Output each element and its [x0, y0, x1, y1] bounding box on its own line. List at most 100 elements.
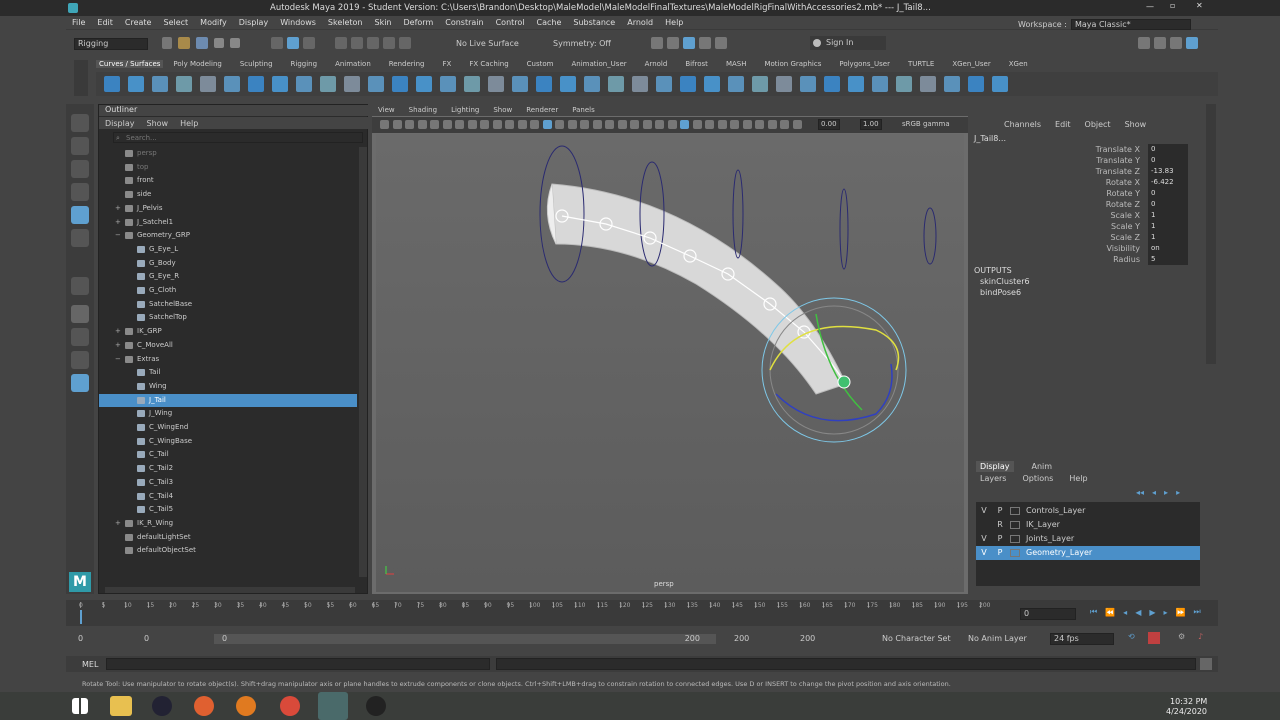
- shelf-tab[interactable]: Animation: [335, 60, 371, 68]
- play-forward-icon[interactable]: ▶: [1149, 608, 1155, 617]
- menu-deform[interactable]: Deform: [404, 18, 434, 27]
- outliner-layout-icon[interactable]: [71, 374, 89, 392]
- sound-icon[interactable]: ♪: [1198, 632, 1203, 641]
- outliner-menu-show[interactable]: Show: [147, 119, 169, 128]
- shelf-tool-icon[interactable]: [776, 76, 792, 92]
- layer-color-swatch[interactable]: [1010, 521, 1020, 529]
- chrome-icon[interactable]: [280, 696, 300, 716]
- channel-row[interactable]: Rotate Z 0: [972, 199, 1206, 210]
- viewport-tool-icon[interactable]: [405, 120, 414, 129]
- inner-end-frame[interactable]: 200: [734, 634, 749, 643]
- outliner-item[interactable]: C_WingEnd: [99, 421, 357, 434]
- viewport-tool-icon[interactable]: [680, 120, 689, 129]
- move-layer-up-icon[interactable]: ◂◂: [1136, 488, 1144, 497]
- viewport-tool-icon[interactable]: [742, 120, 752, 129]
- select-tool-icon[interactable]: [71, 114, 89, 132]
- menu-windows[interactable]: Windows: [280, 18, 316, 27]
- layer-visibility-toggle[interactable]: V: [976, 532, 992, 546]
- shelf-tab[interactable]: Motion Graphics: [764, 60, 821, 68]
- shelf-tool-icon[interactable]: [368, 76, 384, 92]
- anim-prefs-icon[interactable]: ⚙: [1178, 632, 1185, 641]
- outliner-item[interactable]: J_Wing: [99, 407, 357, 420]
- ipr-render-icon[interactable]: [667, 37, 679, 49]
- range-slider[interactable]: 0 200: [214, 634, 716, 644]
- shelf-tab[interactable]: FX: [443, 60, 452, 68]
- modeling-toolkit-toggle-icon[interactable]: [1138, 37, 1150, 49]
- viewport-menu-renderer[interactable]: Renderer: [526, 106, 558, 114]
- shelf-tool-icon[interactable]: [536, 76, 552, 92]
- maximize-button[interactable]: ▫: [1170, 1, 1175, 10]
- layer-row[interactable]: R IK_Layer: [976, 518, 1200, 532]
- sign-in-button[interactable]: Sign In: [810, 36, 886, 50]
- select-object-icon[interactable]: [287, 37, 299, 49]
- outliner-menu-display[interactable]: Display: [105, 119, 135, 128]
- layer-color-swatch[interactable]: [1010, 507, 1020, 515]
- channel-value[interactable]: on: [1148, 243, 1188, 254]
- shelf-tool-icon[interactable]: [968, 76, 984, 92]
- shelf-tool-icon[interactable]: [680, 76, 696, 92]
- viewport-tool-icon[interactable]: [642, 120, 652, 129]
- shelf-tool-icon[interactable]: [872, 76, 888, 92]
- viewport-tool-icon[interactable]: [667, 120, 677, 129]
- maya-taskbar-icon[interactable]: [318, 692, 348, 720]
- outliner-menu-help[interactable]: Help: [180, 119, 198, 128]
- shelf-tool-icon[interactable]: [392, 76, 408, 92]
- outliner-hscroll[interactable]: [105, 587, 355, 593]
- layer-playback-toggle[interactable]: P: [992, 546, 1008, 560]
- menu-help[interactable]: Help: [665, 18, 683, 27]
- minimize-button[interactable]: —: [1146, 2, 1154, 11]
- undo-icon[interactable]: [214, 38, 224, 48]
- outliner-item[interactable]: defaultObjectSet: [99, 544, 357, 557]
- shelf-tool-icon[interactable]: [176, 76, 192, 92]
- outliner-item[interactable]: SatchelTop: [99, 311, 357, 324]
- mel-label[interactable]: MEL: [82, 660, 98, 669]
- end-frame[interactable]: 200: [800, 634, 815, 643]
- outliner-search[interactable]: ⌕ Search...: [113, 132, 363, 143]
- outliner-item[interactable]: SatchelBase: [99, 298, 357, 311]
- layer-playback-toggle[interactable]: P: [992, 532, 1008, 546]
- shelf-tool-icon[interactable]: [704, 76, 720, 92]
- shelf-tool-icon[interactable]: [440, 76, 456, 92]
- outliner-item[interactable]: + C_MoveAll: [99, 339, 357, 352]
- snap-point-icon[interactable]: [367, 37, 379, 49]
- steam-icon[interactable]: [152, 696, 172, 716]
- new-layer-selected-icon[interactable]: ▸: [1176, 488, 1180, 497]
- outliner-item[interactable]: C_Tail3: [99, 476, 357, 489]
- viewport-menu-shading[interactable]: Shading: [409, 106, 437, 114]
- channel-row[interactable]: Visibility on: [972, 243, 1206, 254]
- shelf-tool-icon[interactable]: [152, 76, 168, 92]
- viewport-menu-show[interactable]: Show: [493, 106, 512, 114]
- layer-menu-layers[interactable]: Layers: [980, 474, 1006, 483]
- channel-value[interactable]: -6.422: [1148, 177, 1188, 188]
- arnold-render-icon[interactable]: [715, 37, 727, 49]
- viewport-tool-icon[interactable]: [517, 120, 527, 129]
- shelf-tool-icon[interactable]: [992, 76, 1008, 92]
- render-settings-icon[interactable]: [683, 37, 695, 49]
- menu-modify[interactable]: Modify: [200, 18, 227, 27]
- outliner-item[interactable]: Tail: [99, 366, 357, 379]
- shelf-tool-icon[interactable]: [944, 76, 960, 92]
- channel-row[interactable]: Radius 5: [972, 254, 1206, 265]
- expand-toggle-icon[interactable]: +: [115, 216, 121, 229]
- channel-row[interactable]: Rotate X -6.422: [972, 177, 1206, 188]
- current-frame-field[interactable]: 0: [1020, 608, 1076, 620]
- save-scene-icon[interactable]: [196, 37, 208, 49]
- character-set-dropdown[interactable]: No Character Set: [882, 634, 951, 643]
- channel-box-toggle-icon[interactable]: [1186, 37, 1198, 49]
- outliner-item[interactable]: defaultLightSet: [99, 531, 357, 544]
- shelf-tool-icon[interactable]: [488, 76, 504, 92]
- outliner-item[interactable]: G_Eye_L: [99, 243, 357, 256]
- shelf-tab[interactable]: Bifrost: [685, 60, 708, 68]
- channel-value[interactable]: 0: [1148, 188, 1188, 199]
- snap-surface-icon[interactable]: [399, 37, 411, 49]
- render-frame-icon[interactable]: [651, 37, 663, 49]
- viewport-tool-icon[interactable]: [380, 120, 389, 129]
- channel-row[interactable]: Translate X 0: [972, 144, 1206, 155]
- viewport-tool-icon[interactable]: [430, 120, 439, 129]
- shelf-tool-icon[interactable]: [896, 76, 912, 92]
- shelf-tool-icon[interactable]: [824, 76, 840, 92]
- new-scene-icon[interactable]: [162, 37, 172, 49]
- move-layer-down-icon[interactable]: ◂: [1152, 488, 1156, 497]
- four-view-layout-icon[interactable]: [71, 328, 89, 346]
- start-frame[interactable]: 0: [78, 634, 83, 643]
